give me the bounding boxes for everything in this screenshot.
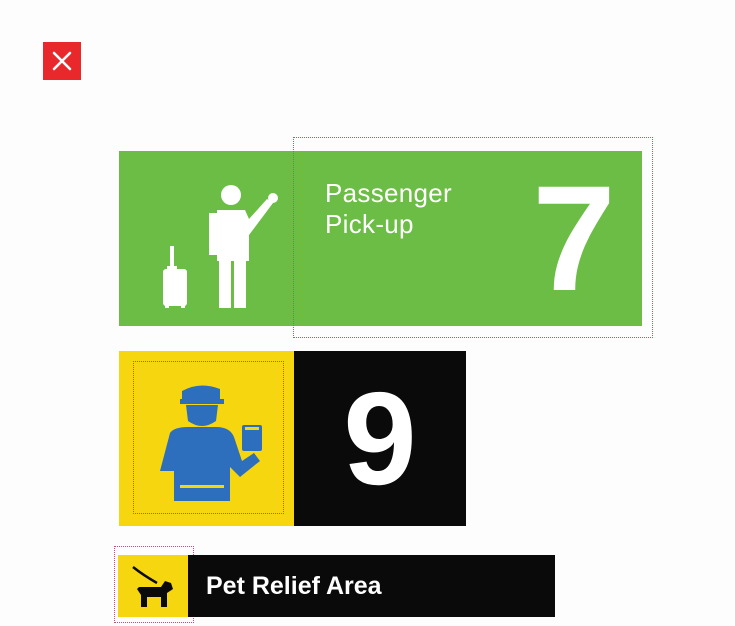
close-button[interactable]	[43, 42, 81, 80]
signage-canvas: Passenger Pick-up 7 9 Pet Relief Area	[0, 0, 735, 626]
pet-relief-icon-panel	[118, 555, 188, 617]
passenger-pickup-sign: Passenger Pick-up 7	[119, 151, 642, 326]
pickup-title-line1: Passenger	[325, 178, 452, 208]
traveler-hailing-with-luggage-icon	[163, 185, 278, 308]
immigration-number: 9	[294, 351, 466, 526]
officer-checking-passport-icon	[160, 385, 262, 501]
pet-relief-label: Pet Relief Area	[188, 555, 555, 617]
pickup-title-line2: Pick-up	[325, 209, 414, 239]
close-icon	[52, 51, 72, 71]
pickup-title: Passenger Pick-up	[325, 178, 452, 240]
immigration-sign-icon-panel	[119, 351, 294, 526]
dog-on-leash-icon	[132, 566, 173, 607]
pickup-number: 7	[532, 154, 616, 322]
